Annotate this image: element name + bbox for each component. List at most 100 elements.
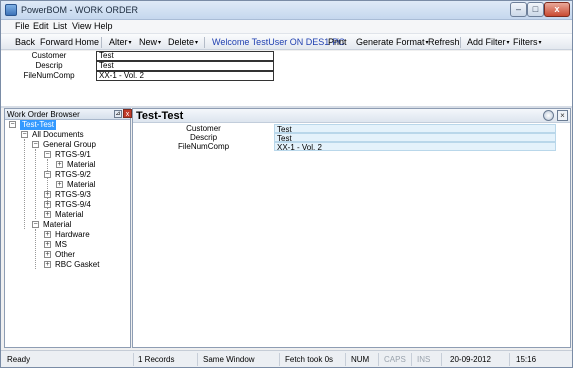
- home-button[interactable]: Home: [75, 37, 99, 47]
- tree-node-label: All Documents: [32, 130, 84, 139]
- collapse-icon[interactable]: −: [32, 141, 39, 148]
- status-bar: Ready 1 Records Same Window Fetch took 0…: [1, 350, 572, 367]
- minimize-button[interactable]: –: [510, 2, 527, 17]
- status-separator: [411, 353, 412, 366]
- detail-label: Customer: [133, 124, 274, 133]
- close-button[interactable]: x: [544, 2, 570, 17]
- toolbar-separator: [460, 37, 461, 48]
- descrip-field[interactable]: Test: [96, 61, 274, 71]
- tree-node-label: Material: [67, 180, 96, 189]
- status-window-mode: Same Window: [203, 355, 255, 364]
- detail-value[interactable]: Test: [274, 124, 556, 134]
- collapse-icon[interactable]: −: [44, 151, 51, 158]
- detail-value[interactable]: XX-1 - Vol. 2: [274, 142, 556, 152]
- tree-node-label: Test-Test: [20, 120, 57, 130]
- status-separator: [197, 353, 198, 366]
- tree-guide: [35, 149, 36, 219]
- app-icon: [5, 4, 17, 16]
- chevron-down-icon: ▾: [195, 40, 199, 46]
- tree-node-label: Material: [55, 210, 84, 219]
- collapse-icon[interactable]: −: [44, 171, 51, 178]
- detail-label: Descrip: [133, 133, 274, 142]
- detail-panel: Test-Test × Customer Test Descrip Test F…: [132, 108, 571, 348]
- tree-guide: [35, 229, 36, 269]
- filenumcomp-field[interactable]: XX-1 - Vol. 2: [96, 71, 274, 81]
- expand-icon[interactable]: +: [56, 181, 63, 188]
- toolbar-separator: [101, 37, 102, 48]
- tree-node-label: Material: [43, 220, 72, 229]
- print-button[interactable]: Print: [328, 37, 347, 47]
- status-caps: CAPS: [384, 355, 406, 364]
- refresh-button[interactable]: Refresh: [428, 37, 460, 47]
- tree-node-label: RTGS-9/1: [55, 150, 91, 159]
- expand-icon[interactable]: +: [56, 161, 63, 168]
- delete-dropdown[interactable]: Delete▾: [168, 37, 198, 47]
- alter-dropdown[interactable]: Alter▾: [109, 37, 132, 47]
- new-label: New: [139, 37, 158, 47]
- work-order-browser: Work Order Browser ⊿ x − Test-Test − All…: [4, 108, 132, 348]
- tree-node-label: RTGS-9/2: [55, 170, 91, 179]
- status-separator: [345, 353, 346, 366]
- status-records: 1 Records: [138, 355, 175, 364]
- menu-help[interactable]: Help: [94, 21, 113, 31]
- customer-field[interactable]: Test: [96, 51, 274, 61]
- tree-node-label: RTGS-9/4: [55, 200, 91, 209]
- detail-title: Test-Test: [136, 110, 184, 122]
- forward-button[interactable]: Forward: [40, 37, 73, 47]
- pin-icon[interactable]: ⊿: [114, 110, 122, 118]
- tree-node-label: Other: [55, 250, 76, 259]
- status-time: 15:16: [516, 355, 537, 364]
- filters-label: Filters: [513, 37, 538, 47]
- welcome-text: Welcome TestUser ON DES1-PC: [212, 37, 345, 47]
- tree-node-label: Hardware: [55, 230, 90, 239]
- customer-label: Customer: [31, 51, 67, 60]
- detail-value[interactable]: Test: [274, 133, 556, 143]
- chevron-down-icon: ▾: [506, 40, 510, 46]
- chevron-down-icon: ▾: [538, 40, 542, 46]
- menu-file[interactable]: File: [15, 21, 30, 31]
- menu-bar: File Edit List View Help: [1, 20, 572, 33]
- toolbar: Back Forward Home Alter▾ New▾ Delete▾ We…: [1, 33, 572, 50]
- alter-label: Alter: [109, 37, 128, 47]
- tree-node-label: RBC Gasket: [55, 260, 100, 269]
- expand-icon[interactable]: +: [44, 201, 51, 208]
- detail-label: FileNumComp: [133, 142, 274, 151]
- browser-close-icon[interactable]: x: [123, 109, 132, 118]
- tree-node-label: General Group: [43, 140, 96, 149]
- refresh-icon[interactable]: [543, 110, 554, 121]
- status-separator: [279, 353, 280, 366]
- add-filter-label: Add Filter: [467, 37, 506, 47]
- expand-icon[interactable]: +: [44, 191, 51, 198]
- back-button[interactable]: Back: [15, 37, 35, 47]
- status-ins: INS: [417, 355, 431, 364]
- title-bar[interactable]: PowerBOM - WORK ORDER – □ x: [1, 1, 572, 20]
- collapse-icon[interactable]: −: [9, 121, 16, 128]
- detail-header: Test-Test ×: [133, 109, 570, 123]
- chevron-down-icon: ▾: [128, 40, 132, 46]
- status-separator: [378, 353, 379, 366]
- expand-icon[interactable]: +: [44, 261, 51, 268]
- status-date: 20-09-2012: [450, 355, 491, 364]
- menu-edit[interactable]: Edit: [33, 21, 49, 31]
- collapse-icon[interactable]: −: [21, 131, 28, 138]
- menu-list[interactable]: List: [53, 21, 67, 31]
- expand-icon[interactable]: +: [44, 231, 51, 238]
- expand-icon[interactable]: +: [44, 251, 51, 258]
- collapse-icon[interactable]: −: [32, 221, 39, 228]
- generate-format-dropdown[interactable]: Generate Format▾: [356, 37, 429, 47]
- maximize-button[interactable]: □: [527, 2, 544, 17]
- add-filter-dropdown[interactable]: Add Filter▾: [467, 37, 510, 47]
- detail-close-icon[interactable]: ×: [557, 110, 568, 121]
- status-fetch: Fetch took 0s: [285, 355, 334, 364]
- toolbar-separator: [204, 37, 205, 48]
- filters-dropdown[interactable]: Filters▾: [513, 37, 542, 47]
- status-num: NUM: [351, 355, 370, 364]
- generate-format-label: Generate Format: [356, 37, 425, 47]
- expand-icon[interactable]: +: [44, 211, 51, 218]
- new-dropdown[interactable]: New▾: [139, 37, 161, 47]
- descrip-label: Descrip: [35, 61, 63, 70]
- expand-icon[interactable]: +: [44, 241, 51, 248]
- status-separator: [441, 353, 442, 366]
- tree-node-label: Material: [67, 160, 96, 169]
- menu-view[interactable]: View: [72, 21, 91, 31]
